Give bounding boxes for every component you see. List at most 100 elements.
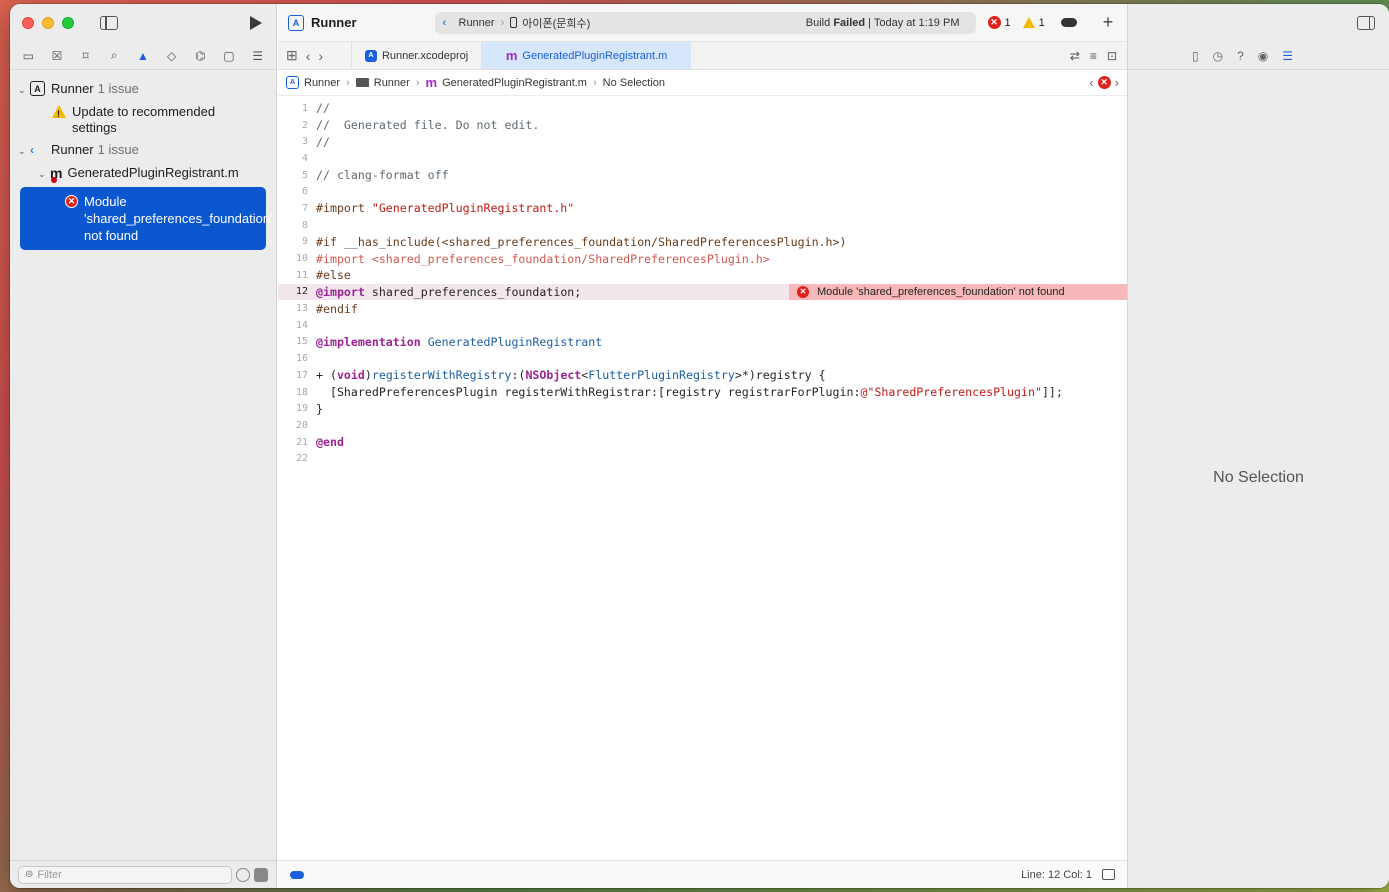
- tree-target-runner[interactable]: ⌄ ‹ Runner 1 issue: [10, 139, 276, 162]
- code-line[interactable]: 18 [SharedPreferencesPlugin registerWith…: [278, 384, 1127, 401]
- line-number[interactable]: 14: [278, 320, 316, 331]
- project-navigator-icon[interactable]: ▭: [20, 48, 36, 64]
- line-number[interactable]: 20: [278, 420, 316, 431]
- device-selector[interactable]: 아이폰(문희수): [522, 15, 590, 31]
- code-line[interactable]: 17 + (void)registerWithRegistry:(NSObject…: [278, 367, 1127, 384]
- bookmark-navigator-icon[interactable]: ⌑: [78, 48, 94, 64]
- line-number[interactable]: 15: [278, 336, 316, 347]
- code-line[interactable]: 16: [278, 350, 1127, 367]
- back-icon[interactable]: ‹: [306, 48, 311, 64]
- filter-input[interactable]: ⊜ Filter: [18, 865, 232, 884]
- line-number[interactable]: 16: [278, 353, 316, 364]
- code-line[interactable]: 7 #import "GeneratedPluginRegistrant.h": [278, 200, 1127, 217]
- breakpoint-navigator-icon[interactable]: ▢: [221, 48, 237, 64]
- report-navigator-icon[interactable]: ☰: [250, 48, 266, 64]
- minimize-window-button[interactable]: [42, 17, 54, 29]
- code-line[interactable]: 8: [278, 217, 1127, 234]
- scheme-selector[interactable]: Runner: [459, 17, 495, 29]
- disclosure-icon[interactable]: ⌄: [38, 166, 50, 182]
- line-number[interactable]: 6: [278, 186, 316, 197]
- line-number[interactable]: 17: [278, 370, 316, 381]
- line-number[interactable]: 7: [278, 203, 316, 214]
- tree-project-runner[interactable]: ⌄ A Runner 1 issue: [10, 78, 276, 101]
- debug-navigator-icon[interactable]: ⌬: [192, 48, 208, 64]
- history-inspector-icon[interactable]: ◷: [1213, 49, 1223, 63]
- inline-error-annotation[interactable]: ✕ Module 'shared_preferences_foundation' …: [789, 283, 1127, 301]
- attributes-inspector-icon[interactable]: ☰: [1282, 49, 1293, 63]
- code-line[interactable]: 13 #endif: [278, 300, 1127, 317]
- help-inspector-icon[interactable]: ?: [1237, 49, 1244, 63]
- code-line[interactable]: 20: [278, 417, 1127, 434]
- jump-project[interactable]: Runner: [304, 77, 340, 89]
- scope-filter-icon[interactable]: [254, 867, 268, 882]
- warning-count-indicator[interactable]: 1: [1022, 17, 1045, 29]
- line-number[interactable]: 2: [278, 120, 316, 131]
- breakpoints-toggle-icon[interactable]: [290, 870, 304, 879]
- forward-icon[interactable]: ›: [318, 48, 323, 64]
- close-window-button[interactable]: [22, 17, 34, 29]
- test-navigator-icon[interactable]: ◇: [164, 48, 180, 64]
- code-line[interactable]: 10 #import <shared_preferences_foundation…: [278, 250, 1127, 267]
- line-number[interactable]: 18: [278, 387, 316, 398]
- line-number[interactable]: 19: [278, 403, 316, 414]
- zoom-window-button[interactable]: [62, 17, 74, 29]
- line-number[interactable]: 8: [278, 220, 316, 231]
- tree-file-item[interactable]: ⌄ m GeneratedPluginRegistrant.m: [10, 162, 276, 185]
- cloud-icon[interactable]: [1060, 18, 1077, 27]
- jump-selection[interactable]: No Selection: [603, 77, 665, 89]
- line-number[interactable]: 10: [278, 253, 316, 264]
- identity-inspector-icon[interactable]: ◉: [1258, 49, 1268, 63]
- selected-issue-item[interactable]: ✕ Module 'shared_preferences_foundation'…: [20, 187, 273, 250]
- line-number[interactable]: 5: [278, 170, 316, 181]
- debug-area-toggle-icon[interactable]: [1102, 869, 1115, 880]
- code-line[interactable]: 6: [278, 183, 1127, 200]
- add-library-icon[interactable]: +: [1103, 12, 1114, 33]
- code-line[interactable]: 1//: [278, 100, 1127, 117]
- source-control-navigator-icon[interactable]: ☒: [49, 48, 65, 64]
- line-number[interactable]: 12: [278, 286, 316, 297]
- swap-icon[interactable]: ⇄: [1070, 49, 1080, 63]
- file-inspector-icon[interactable]: ▯: [1192, 49, 1199, 63]
- line-number[interactable]: 13: [278, 303, 316, 314]
- jump-file[interactable]: GeneratedPluginRegistrant.m: [442, 77, 587, 89]
- code-line[interactable]: 4: [278, 150, 1127, 167]
- line-number[interactable]: 22: [278, 453, 316, 464]
- error-count-indicator[interactable]: ✕ 1: [987, 16, 1011, 29]
- code-line[interactable]: 5// clang-format off: [278, 167, 1127, 184]
- code-line[interactable]: 14: [278, 317, 1127, 334]
- tab-generated-plugin-registrant[interactable]: m GeneratedPluginRegistrant.m: [481, 42, 692, 69]
- navigator-toggle-icon[interactable]: [100, 16, 118, 30]
- code-line[interactable]: 2// Generated file. Do not edit.: [278, 117, 1127, 134]
- inspector-toggle-icon[interactable]: [1357, 16, 1375, 30]
- line-number[interactable]: 1: [278, 103, 316, 114]
- code-line[interactable]: 15 @implementation GeneratedPluginRegistr…: [278, 334, 1127, 351]
- previous-issue-icon[interactable]: ‹: [1089, 75, 1093, 90]
- recent-filter-icon[interactable]: [236, 867, 250, 882]
- line-number[interactable]: 4: [278, 153, 316, 164]
- code-line[interactable]: 22: [278, 450, 1127, 467]
- code-line[interactable]: 19}: [278, 400, 1127, 417]
- line-number[interactable]: 11: [278, 270, 316, 281]
- code-line[interactable]: 12 @import shared_preferences_foundation;…: [278, 283, 1127, 301]
- run-button[interactable]: [250, 16, 262, 30]
- code-line[interactable]: 11 #else: [278, 267, 1127, 284]
- line-number[interactable]: 21: [278, 437, 316, 448]
- code-line[interactable]: 3//: [278, 133, 1127, 150]
- grid-icon[interactable]: ⊞: [286, 47, 298, 64]
- find-navigator-icon[interactable]: ⌕: [106, 48, 122, 64]
- jump-folder[interactable]: Runner: [374, 77, 410, 89]
- code-line[interactable]: 9 #if __has_include(<shared_preferences_f…: [278, 234, 1127, 251]
- issue-navigator-icon[interactable]: ▲: [135, 48, 151, 64]
- line-number[interactable]: 9: [278, 236, 316, 247]
- next-issue-icon[interactable]: ›: [1115, 75, 1119, 90]
- disclosure-icon[interactable]: ⌄: [18, 143, 30, 159]
- code-line[interactable]: 21 @end: [278, 434, 1127, 451]
- editor-options-icon[interactable]: ≡: [1090, 49, 1097, 63]
- line-number[interactable]: 3: [278, 136, 316, 147]
- source-editor[interactable]: 1//2// Generated file. Do not edit. 3// 4 5…: [278, 96, 1127, 467]
- split-editor-icon[interactable]: ⊡: [1107, 49, 1117, 63]
- code-text: @end: [316, 435, 344, 450]
- tree-warning-item[interactable]: Update to recommended settings: [10, 101, 276, 139]
- tab-xcodeproj[interactable]: A Runner.xcodeproj: [351, 42, 481, 69]
- disclosure-icon[interactable]: ⌄: [18, 82, 30, 98]
